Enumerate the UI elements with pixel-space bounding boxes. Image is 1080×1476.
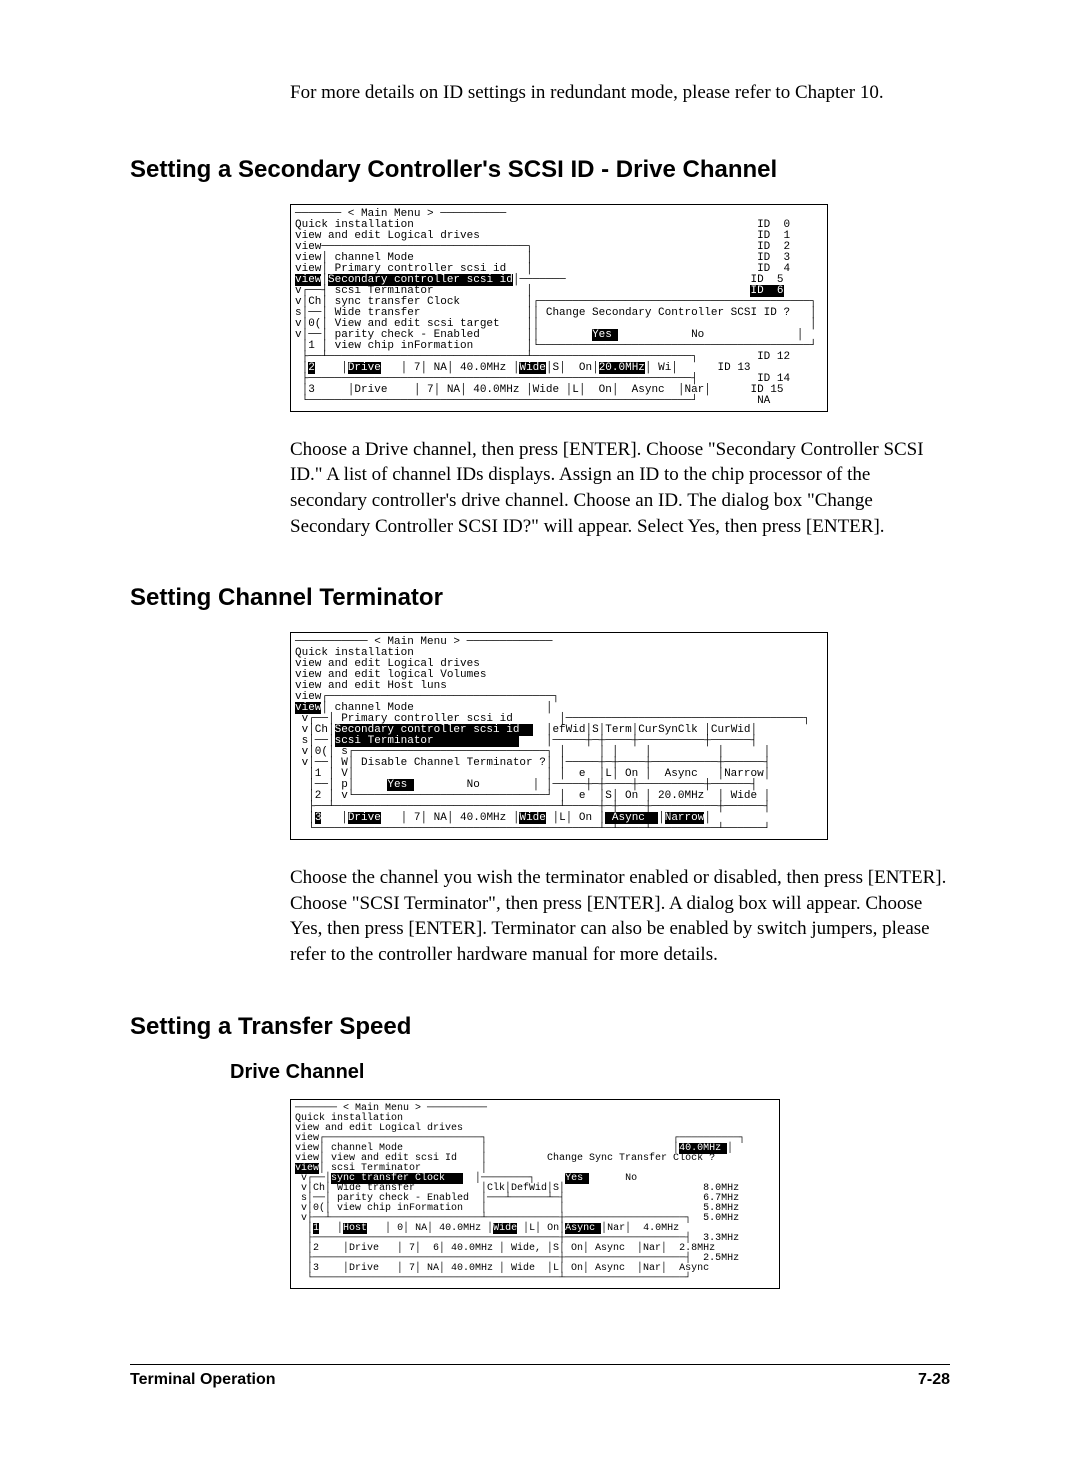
body-text-1: Choose a Drive channel, then press [ENTE…: [290, 437, 950, 540]
body-text-2: Choose the channel you wish the terminat…: [290, 865, 950, 968]
heading-secondary-controller: Setting a Secondary Controller's SCSI ID…: [130, 156, 950, 184]
section-transfer-speed: Setting a Transfer Speed Drive Channel ─…: [130, 1013, 950, 1314]
section-channel-terminator: Setting Channel Terminator ─────────── <…: [130, 584, 950, 968]
intro-paragraph: For more details on ID settings in redun…: [290, 80, 950, 106]
heading-transfer-speed: Setting a Transfer Speed: [130, 1013, 950, 1041]
heading-channel-terminator: Setting Channel Terminator: [130, 584, 950, 612]
terminal-screenshot-3: ─────── < Main Menu > ────────── Quick i…: [290, 1099, 780, 1289]
footer-left: Terminal Operation: [130, 1371, 276, 1389]
terminal-screenshot-2: ─────────── < Main Menu > ───────────── …: [290, 632, 828, 840]
terminal-screenshot-1: ─────── < Main Menu > ────────── Quick i…: [290, 204, 828, 412]
section-secondary-controller: Setting a Secondary Controller's SCSI ID…: [130, 156, 950, 540]
footer-right: 7-28: [918, 1371, 950, 1389]
subheading-drive-channel: Drive Channel: [230, 1061, 950, 1084]
page-footer: Terminal Operation 7-28: [130, 1364, 950, 1389]
